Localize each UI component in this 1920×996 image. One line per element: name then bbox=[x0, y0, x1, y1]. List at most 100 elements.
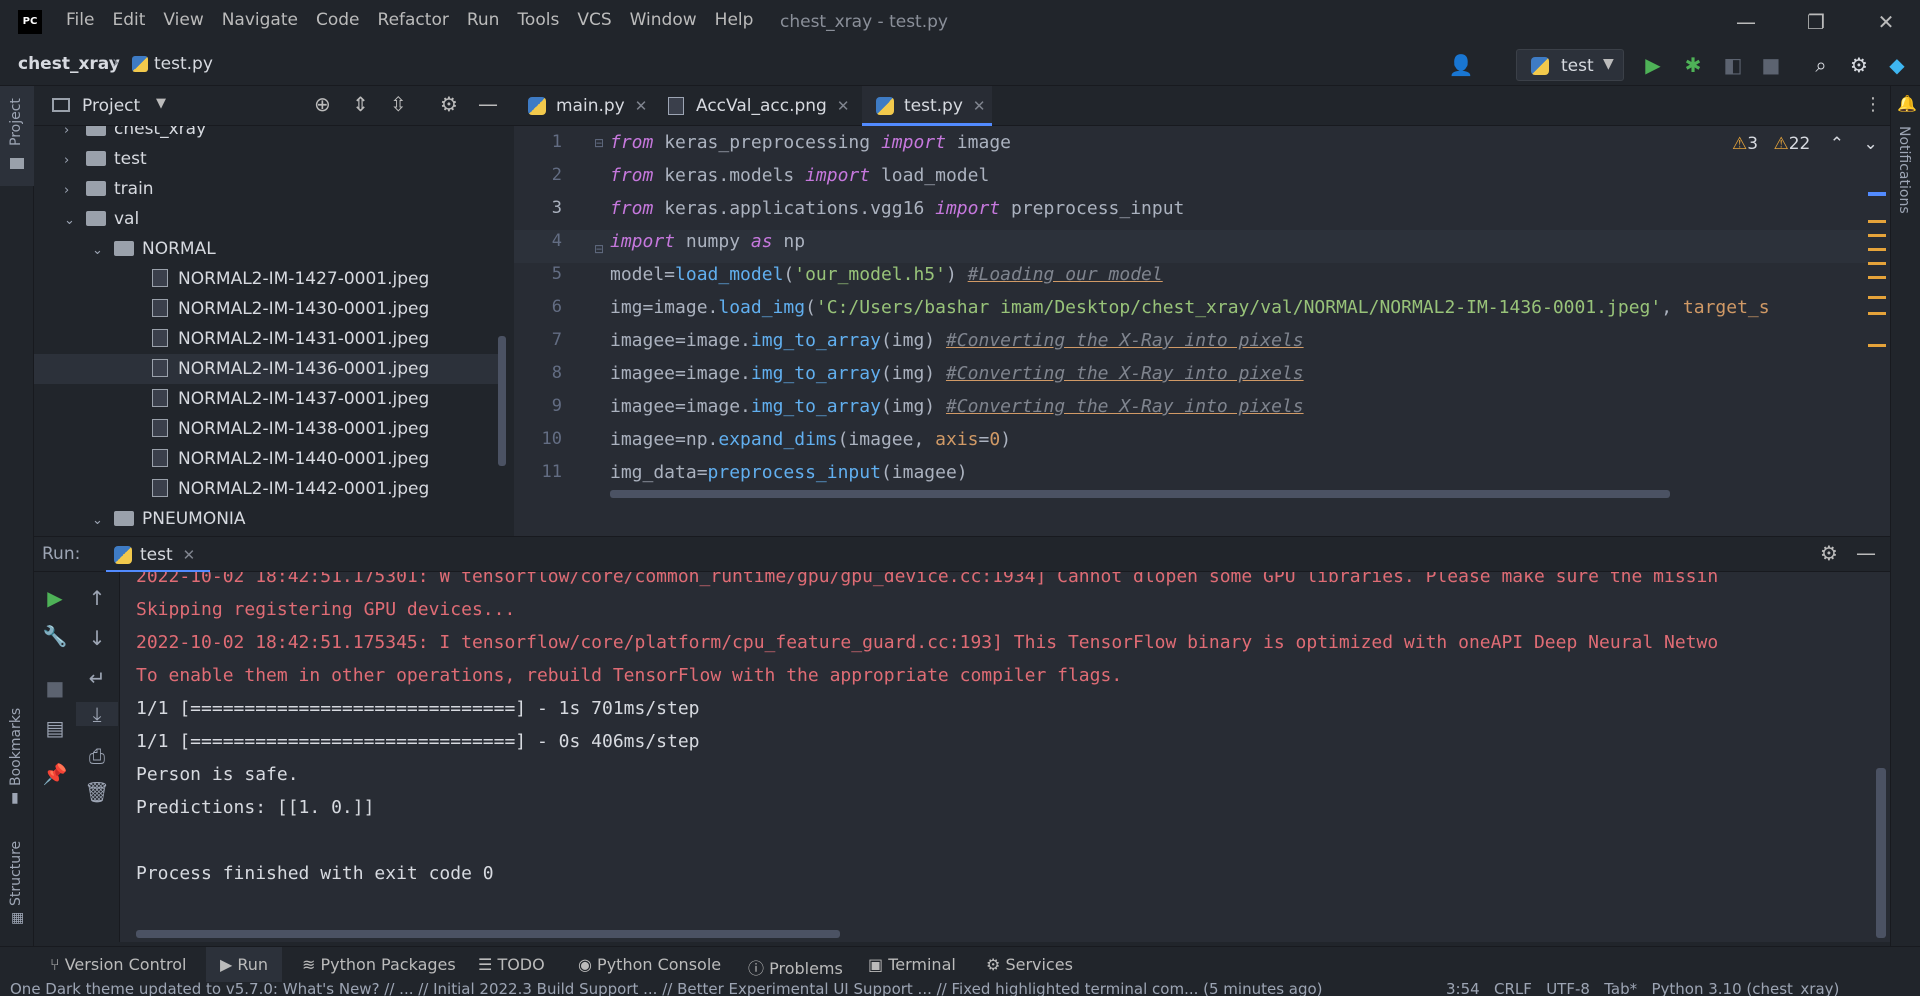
inspection-widget[interactable]: ⚠3 ⚠22 ⌃ ⌄ bbox=[1732, 134, 1878, 154]
tab-version-control[interactable]: ⑂ Version Control bbox=[50, 955, 186, 974]
minimize-button[interactable]: — bbox=[1726, 6, 1766, 38]
run-icon[interactable]: ▶ bbox=[1640, 52, 1666, 78]
gear-icon[interactable]: ⚙ bbox=[1820, 541, 1838, 565]
close-window-button[interactable]: ✕ bbox=[1866, 6, 1906, 38]
bookmarks-tool-button[interactable]: Bookmarks bbox=[8, 708, 24, 786]
fold-icon[interactable]: ⊟ bbox=[594, 242, 604, 256]
gear-icon[interactable]: ⚙ bbox=[440, 92, 458, 116]
tab-main-py[interactable]: main.py ✕ bbox=[514, 86, 652, 126]
tab-terminal[interactable]: ▣ Terminal bbox=[868, 955, 956, 974]
arrow-up-icon[interactable]: ↑ bbox=[76, 586, 118, 610]
tab-python-console[interactable]: ◉ Python Console bbox=[578, 955, 721, 974]
tab-accval-png[interactable]: AccVal_acc.png ✕ bbox=[654, 86, 860, 126]
print-icon[interactable]: ⎙ bbox=[76, 744, 118, 768]
menu-navigate[interactable]: Navigate bbox=[222, 10, 298, 30]
tree-file[interactable]: NORMAL2-IM-1427-0001.jpeg bbox=[152, 264, 429, 294]
project-scrollbar[interactable] bbox=[498, 336, 506, 466]
breadcrumb-project[interactable]: chest_xray bbox=[18, 54, 120, 74]
menu-vcs[interactable]: VCS bbox=[577, 10, 611, 30]
python-interpreter[interactable]: Python 3.10 (chest_xray) bbox=[1651, 982, 1839, 996]
code-line[interactable]: imagee=image.img_to_array(img) #Converti… bbox=[610, 357, 1304, 390]
wrench-icon[interactable]: 🔧 bbox=[34, 624, 76, 648]
tree-folder-normal[interactable]: ⌄ NORMAL bbox=[92, 234, 216, 264]
notifications-tool-button[interactable]: Notifications bbox=[1896, 126, 1912, 214]
caret-position[interactable]: 3:54 bbox=[1446, 982, 1480, 996]
code-line[interactable]: imagee=np.expand_dims(imagee, axis=0) bbox=[610, 423, 1011, 456]
console-horizontal-scrollbar[interactable] bbox=[136, 930, 840, 938]
tree-file-selected[interactable]: NORMAL2-IM-1436-0001.jpeg bbox=[34, 354, 500, 384]
indent-setting[interactable]: Tab* bbox=[1604, 982, 1637, 996]
rerun-icon[interactable]: ▶ bbox=[34, 586, 76, 610]
tree-file[interactable]: NORMAL2-IM-1440-0001.jpeg bbox=[152, 444, 429, 474]
run-tab-test[interactable]: test ✕ bbox=[106, 537, 210, 573]
menu-view[interactable]: View bbox=[163, 10, 203, 30]
menu-file[interactable]: File bbox=[66, 10, 94, 30]
menu-tools[interactable]: Tools bbox=[517, 10, 559, 30]
tab-python-packages[interactable]: ≋ Python Packages bbox=[302, 955, 456, 974]
status-message[interactable]: One Dark theme updated to v5.7.0: What's… bbox=[10, 982, 1323, 996]
tree-file[interactable]: NORMAL2-IM-1430-0001.jpeg bbox=[152, 294, 429, 324]
pin-icon[interactable]: 📌 bbox=[34, 762, 76, 786]
bell-icon[interactable]: 🔔 bbox=[1897, 94, 1917, 113]
code-line[interactable]: from keras_preprocessing import image bbox=[610, 126, 1011, 159]
project-tool-button[interactable]: Project bbox=[0, 86, 34, 186]
tree-folder-val[interactable]: ⌄ val bbox=[64, 204, 139, 234]
tree-file[interactable]: NORMAL2-IM-1438-0001.jpeg bbox=[152, 414, 429, 444]
code-line[interactable]: from keras.models import load_model bbox=[610, 159, 989, 192]
menu-code[interactable]: Code bbox=[316, 10, 360, 30]
layout-icon[interactable]: ▤ bbox=[34, 716, 76, 740]
menu-refactor[interactable]: Refactor bbox=[378, 10, 449, 30]
line-separator[interactable]: CRLF bbox=[1494, 982, 1532, 996]
hide-panel-icon[interactable]: — bbox=[478, 92, 498, 116]
code-line[interactable]: from keras.applications.vgg16 import pre… bbox=[610, 192, 1184, 225]
code-line[interactable]: model=load_model('our_model.h5') #Loadin… bbox=[610, 258, 1163, 291]
file-encoding[interactable]: UTF-8 bbox=[1546, 982, 1590, 996]
gear-icon[interactable]: ⚙ bbox=[1846, 52, 1872, 78]
soft-wrap-icon[interactable]: ↵ bbox=[76, 666, 118, 690]
menu-edit[interactable]: Edit bbox=[112, 10, 145, 30]
stop-icon[interactable]: ■ bbox=[34, 676, 76, 700]
chevron-down-icon[interactable]: ▼ bbox=[156, 96, 166, 111]
code-line[interactable]: imagee=image.img_to_array(img) #Converti… bbox=[610, 324, 1304, 357]
locate-file-icon[interactable]: ⊕ bbox=[314, 92, 331, 116]
expand-all-icon[interactable]: ⇕ bbox=[352, 92, 369, 116]
code-line[interactable]: import numpy as np bbox=[610, 225, 805, 258]
project-panel-title[interactable]: Project bbox=[82, 96, 140, 116]
chevron-up-icon[interactable]: ⌃ bbox=[1830, 134, 1844, 154]
run-configuration-dropdown[interactable]: test ▼ bbox=[1516, 49, 1624, 81]
menu-help[interactable]: Help bbox=[715, 10, 754, 30]
code-area[interactable]: from keras_preprocessing import image fro… bbox=[610, 126, 1870, 526]
close-icon[interactable]: ✕ bbox=[837, 97, 850, 115]
editor-horizontal-scrollbar[interactable] bbox=[610, 490, 1670, 498]
structure-tool-button[interactable]: Structure bbox=[8, 841, 24, 906]
code-line[interactable]: imagee=image.img_to_array(img) #Converti… bbox=[610, 390, 1304, 423]
coverage-icon[interactable]: ◧ bbox=[1720, 52, 1746, 78]
console-vertical-scrollbar[interactable] bbox=[1876, 768, 1886, 938]
collapse-all-icon[interactable]: ⇳ bbox=[390, 92, 407, 116]
close-icon[interactable]: ✕ bbox=[635, 97, 648, 115]
tab-todo[interactable]: ☰ TODO bbox=[478, 955, 545, 974]
tab-run[interactable]: ▶ Run bbox=[206, 947, 283, 983]
tree-folder-train[interactable]: › train bbox=[64, 174, 154, 204]
tab-services[interactable]: ⚙ Services bbox=[986, 955, 1073, 974]
stop-icon[interactable]: ■ bbox=[1758, 52, 1784, 78]
run-console-output[interactable]: 2022-10-02 18:42:51.175301: W tensorflow… bbox=[120, 572, 1890, 942]
menu-window[interactable]: Window bbox=[630, 10, 697, 30]
more-tabs-icon[interactable]: ⋮ bbox=[1864, 94, 1882, 115]
tree-file[interactable]: NORMAL2-IM-1442-0001.jpeg bbox=[152, 474, 429, 504]
hide-panel-icon[interactable]: — bbox=[1856, 541, 1876, 565]
user-icon[interactable]: 👤 bbox=[1448, 52, 1474, 78]
code-line[interactable]: img=image.load_img('C:/Users/bashar imam… bbox=[610, 291, 1770, 324]
close-icon[interactable]: ✕ bbox=[183, 546, 196, 564]
tab-test-py[interactable]: test.py ✕ bbox=[862, 86, 992, 126]
tree-folder-pneumonia[interactable]: ⌄ PNEUMONIA bbox=[92, 504, 246, 534]
fold-icon[interactable]: ⊟ bbox=[594, 136, 604, 150]
tab-problems[interactable]: ⓘ Problems bbox=[748, 955, 843, 979]
debug-icon[interactable]: ✱ bbox=[1680, 52, 1706, 78]
code-line[interactable]: img_data=preprocess_input(imagee) bbox=[610, 456, 968, 489]
arrow-down-icon[interactable]: ↓ bbox=[76, 626, 118, 650]
chevron-down-icon[interactable]: ⌄ bbox=[1863, 134, 1877, 154]
restore-button[interactable]: ❐ bbox=[1796, 6, 1836, 38]
tree-file[interactable]: NORMAL2-IM-1437-0001.jpeg bbox=[152, 384, 429, 414]
breadcrumb-file[interactable]: test.py bbox=[154, 54, 213, 74]
